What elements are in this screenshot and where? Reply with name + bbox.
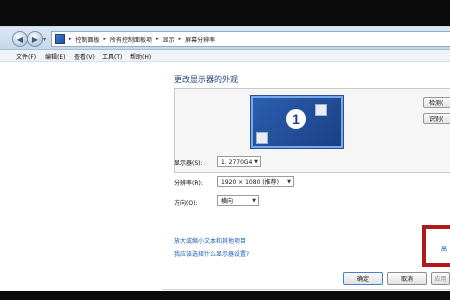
window-icon (315, 104, 327, 116)
address-bar[interactable]: ▸ 控制面板 ▸ 所有控制面板项 ▸ 显示 ▸ 屏幕分辨率 (51, 31, 450, 47)
recent-pages-dropdown-icon[interactable]: ▾ (43, 36, 46, 43)
breadcrumb-all-items[interactable]: 所有控制面板项 (110, 35, 152, 44)
display-select[interactable]: 1. 2770G4 ▼ (217, 156, 261, 167)
menu-bar: 文件(F) 编辑(E) 查看(V) 工具(T) 帮助(H) (0, 50, 450, 62)
orientation-label: 方向(O): (174, 200, 198, 207)
divider (162, 289, 450, 290)
breadcrumb-display[interactable]: 显示 (163, 35, 175, 44)
back-button[interactable]: ◀ (12, 31, 28, 47)
cancel-button[interactable]: 取消 (387, 272, 427, 285)
monitor-1-thumbnail[interactable]: 1 (251, 96, 343, 148)
page-title: 更改显示器的外观 (174, 75, 238, 84)
display-preview-panel: 1 检测( 识别( (174, 88, 450, 173)
taskbar-edge (0, 291, 450, 300)
chevron-right-icon[interactable]: ▸ (156, 36, 159, 42)
breadcrumb-screen-resolution[interactable]: 屏幕分辨率 (185, 35, 215, 44)
chevron-right-icon[interactable]: ▸ (69, 36, 72, 42)
screen-resolution-window: ◀ ▶ ▾ ▸ 控制面板 ▸ 所有控制面板项 ▸ 显示 ▸ 屏幕分辨率 文件(F… (0, 26, 450, 301)
arrow-right-icon: ▶ (31, 34, 39, 44)
menu-edit[interactable]: 编辑(E) (45, 52, 65, 61)
menu-tools[interactable]: 工具(T) (102, 52, 122, 61)
display-select-value: 1. 2770G4 (221, 159, 253, 166)
ok-button[interactable]: 确定 (343, 272, 383, 285)
chevron-right-icon[interactable]: ▸ (179, 36, 182, 42)
identify-button[interactable]: 识别( (423, 113, 450, 124)
resolution-label: 分辨率(R): (174, 180, 203, 187)
chevron-right-icon[interactable]: ▸ (104, 36, 107, 42)
navigation-bar: ◀ ▶ ▾ ▸ 控制面板 ▸ 所有控制面板项 ▸ 显示 ▸ 屏幕分辨率 (0, 27, 450, 50)
monitor-number-badge: 1 (286, 109, 306, 129)
display-settings-help-link[interactable]: 我应该选择什么显示器设置? (174, 249, 249, 258)
resolution-select[interactable]: 1920 × 1080 (推荐) ▼ (217, 176, 294, 187)
detect-button[interactable]: 检测( (423, 97, 450, 108)
text-size-link[interactable]: 放大或缩小文本和其他项目 (174, 236, 246, 245)
chevron-down-icon: ▼ (254, 159, 258, 165)
resolution-select-value: 1920 × 1080 (推荐) (221, 179, 279, 186)
chevron-down-icon: ▼ (252, 198, 256, 204)
chevron-down-icon: ▼ (287, 179, 291, 185)
orientation-select[interactable]: 横向 ▼ (217, 195, 259, 206)
display-label: 显示器(S): (174, 160, 203, 167)
arrow-left-icon: ◀ (16, 34, 24, 44)
orientation-select-value: 横向 (221, 198, 234, 205)
window-icon (256, 132, 268, 144)
highlight-annotation (422, 225, 450, 267)
menu-view[interactable]: 查看(V) (74, 52, 95, 61)
apply-button[interactable]: 应用 (431, 272, 450, 285)
breadcrumb-control-panel[interactable]: 控制面板 (76, 35, 100, 44)
forward-button[interactable]: ▶ (27, 31, 43, 47)
menu-file[interactable]: 文件(F) (16, 52, 36, 61)
control-panel-icon (55, 34, 65, 44)
menu-help[interactable]: 帮助(H) (130, 52, 151, 61)
